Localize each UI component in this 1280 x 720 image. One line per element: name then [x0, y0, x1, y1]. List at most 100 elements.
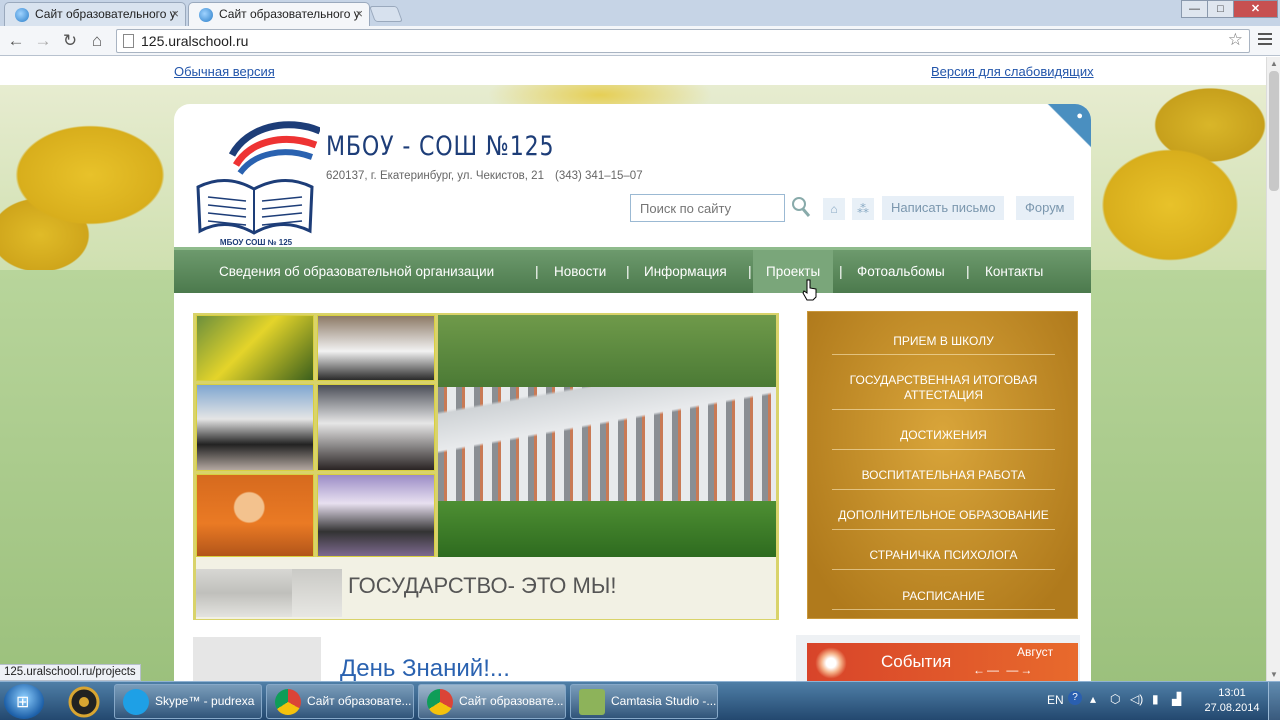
close-window-button[interactable]: ✕ — [1233, 0, 1278, 18]
school-building-photo — [438, 315, 776, 557]
windows-taskbar: ⊞ Skype™ - pudrexa Сайт образовате... Са… — [0, 681, 1280, 720]
taskbar-chrome-2[interactable]: Сайт образовате... — [418, 684, 566, 719]
taskbar-label: Skype™ - pudrexa — [155, 694, 255, 708]
volume-icon[interactable]: ◁) — [1130, 692, 1143, 706]
search-input[interactable] — [630, 194, 785, 222]
browser-tab-1[interactable]: Сайт образовательного у × — [4, 2, 186, 26]
caption-thumbnail — [292, 569, 342, 617]
school-logo[interactable]: МБОУ СОШ № 125 — [192, 115, 320, 247]
normal-version-link[interactable]: Обычная версия — [174, 64, 275, 79]
chrome-icon — [275, 689, 301, 715]
nav-item-news[interactable]: Новости — [554, 250, 606, 293]
page-icon — [123, 34, 134, 48]
tray-arrow-icon[interactable]: ▴ — [1090, 692, 1096, 706]
browser-tab-strip: Сайт образовательного у × Сайт образоват… — [0, 0, 1280, 26]
events-header: События Август ←— —→ — [807, 643, 1078, 681]
taskbar-clock[interactable]: 13:01 27.08.2014 — [1200, 686, 1264, 716]
side-menu-state-attestation[interactable]: ГОСУДАРСТВЕННАЯ ИТОГОВАЯ АТТЕСТАЦИЯ — [832, 373, 1055, 403]
divider — [832, 409, 1055, 410]
globe-icon — [15, 8, 29, 22]
taskbar-skype[interactable]: Skype™ - pudrexa — [114, 684, 262, 719]
nav-item-contacts[interactable]: Контакты — [985, 250, 1043, 293]
globe-icon: ● — [1076, 110, 1083, 122]
home-icon[interactable]: ⌂ — [86, 30, 108, 52]
impaired-version-link[interactable]: Версия для слабовидящих — [931, 64, 1094, 79]
media-player-icon — [68, 686, 100, 718]
photo — [317, 384, 435, 471]
minimize-button[interactable]: — — [1181, 0, 1208, 18]
hand-cursor-icon — [802, 279, 817, 301]
side-menu-psychologist-page[interactable]: СТРАНИЧКА ПСИХОЛОГА — [832, 548, 1055, 563]
version-strip: Обычная версия Версия для слабовидящих — [0, 57, 1266, 85]
chrome-icon — [427, 689, 453, 715]
bookmark-star-icon[interactable]: ☆ — [1228, 30, 1243, 50]
power-icon[interactable]: ▮ — [1152, 692, 1159, 706]
side-menu: ПРИЕМ В ШКОЛУ ГОСУДАРСТВЕННАЯ ИТОГОВАЯ А… — [807, 311, 1078, 619]
side-menu-achievements[interactable]: ДОСТИЖЕНИЯ — [832, 428, 1055, 443]
reload-icon[interactable]: ↻ — [59, 30, 81, 52]
nav-item-photo-albums[interactable]: Фотоальбомы — [857, 250, 945, 293]
nav-separator: | — [748, 263, 752, 279]
corner-globe-badge[interactable]: ● — [1047, 104, 1091, 148]
tray-icon[interactable]: ⬡ — [1110, 692, 1120, 706]
nav-separator: | — [535, 263, 539, 279]
show-desktop-button[interactable] — [1268, 682, 1280, 720]
help-icon[interactable]: ? — [1068, 691, 1082, 705]
news-thumbnail[interactable] — [193, 637, 321, 681]
start-button[interactable]: ⊞ — [4, 684, 44, 719]
nav-separator: | — [966, 263, 970, 279]
side-menu-educational-work[interactable]: ВОСПИТАТЕЛЬНАЯ РАБОТА — [832, 468, 1055, 483]
clock-time: 13:01 — [1218, 687, 1246, 699]
media-player-pin[interactable] — [58, 684, 110, 719]
photo — [196, 474, 314, 557]
scroll-down-icon[interactable]: ▼ — [1270, 670, 1278, 679]
sitemap-icon[interactable]: ⁂ — [852, 198, 874, 220]
vertical-scrollbar[interactable]: ▲ ▼ — [1266, 57, 1280, 681]
caption-thumbnail — [196, 569, 292, 617]
tab-title: Сайт образовательного у — [35, 7, 176, 21]
taskbar-chrome-1[interactable]: Сайт образовате... — [266, 684, 414, 719]
news-title[interactable]: День Знаний!... — [340, 655, 510, 681]
scroll-up-icon[interactable]: ▲ — [1270, 59, 1278, 68]
nav-item-information[interactable]: Информация — [644, 250, 727, 293]
status-bar: 125.uralschool.ru/projects — [0, 664, 141, 681]
divider — [832, 449, 1055, 450]
nav-separator: | — [626, 263, 630, 279]
url-text: 125.uralschool.ru — [141, 33, 249, 49]
write-letter-button[interactable]: Написать письмо — [882, 196, 1005, 220]
new-tab-button[interactable] — [369, 6, 403, 22]
school-phone: (343) 341–15–07 — [555, 170, 643, 182]
divider — [832, 569, 1055, 570]
forward-icon[interactable]: → — [32, 30, 54, 52]
search-icon[interactable] — [791, 196, 811, 218]
taskbar-label: Camtasia Studio -... — [611, 694, 717, 708]
close-tab-icon[interactable]: × — [171, 6, 179, 21]
slider-caption: ГОСУДАРСТВО- ЭТО МЫ! — [348, 573, 617, 598]
nav-separator: | — [839, 263, 843, 279]
taskbar-camtasia[interactable]: Camtasia Studio -... — [570, 684, 718, 719]
divider — [832, 529, 1055, 530]
chrome-menu-icon[interactable] — [1258, 33, 1272, 48]
side-menu-admission[interactable]: ПРИЕМ В ШКОЛУ — [832, 334, 1055, 349]
nav-item-organization-info[interactable]: Сведения об образовательной организации — [219, 250, 494, 293]
month-arrows[interactable]: ←— —→ — [973, 663, 1034, 677]
clock-date: 27.08.2014 — [1204, 702, 1260, 714]
side-menu-schedule[interactable]: РАСПИСАНИЕ — [832, 589, 1055, 604]
back-icon[interactable]: ← — [5, 30, 27, 52]
maximize-button[interactable]: □ — [1207, 0, 1234, 18]
language-indicator[interactable]: EN — [1047, 693, 1064, 707]
home-small-icon[interactable]: ⌂ — [823, 198, 845, 220]
close-tab-icon[interactable]: × — [355, 6, 363, 21]
network-icon[interactable]: ▟ — [1172, 692, 1181, 706]
browser-tab-2[interactable]: Сайт образовательного у × — [188, 2, 370, 26]
address-bar[interactable]: 125.uralschool.ru ☆ — [116, 29, 1250, 53]
taskbar-label: Сайт образовате... — [307, 694, 412, 708]
forum-button[interactable]: Форум — [1016, 196, 1074, 220]
skype-icon — [123, 689, 149, 715]
side-menu-additional-education[interactable]: ДОПОЛНИТЕЛЬНОЕ ОБРАЗОВАНИЕ — [832, 508, 1055, 523]
photo — [196, 315, 314, 381]
scrollbar-thumb[interactable] — [1269, 71, 1279, 191]
nav-item-projects[interactable]: Проекты — [753, 250, 834, 293]
globe-icon — [199, 8, 213, 22]
tab-title: Сайт образовательного у — [219, 7, 360, 21]
